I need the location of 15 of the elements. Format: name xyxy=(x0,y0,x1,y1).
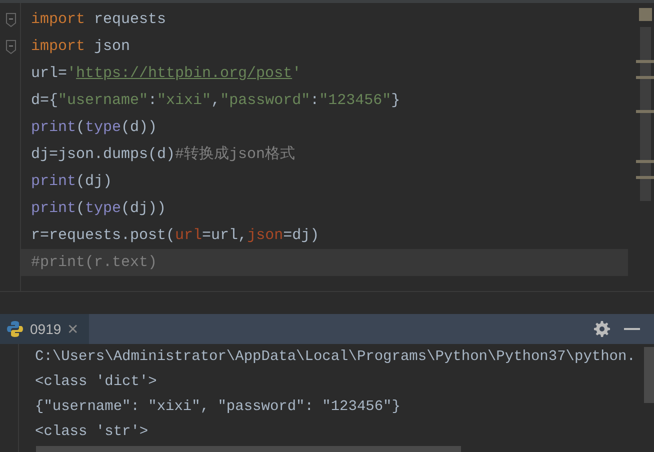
console-line: <class 'dict'> xyxy=(35,373,158,392)
console-line: {"username": "xixi", "password": "123456"} xyxy=(35,398,402,417)
code-line: r=requests.post(url=url,json=dj) xyxy=(30,226,320,246)
console-line: C:\Users\Administrator\AppData\Local\Programs\Python\Python37\python. xyxy=(35,348,636,367)
console-line: <class 'str'> xyxy=(35,423,150,442)
code-line: import requests xyxy=(30,10,168,30)
code-line: import json xyxy=(30,37,132,57)
code-line: print(type(dj)) xyxy=(30,199,168,219)
code-line: dj=json.dumps(d)#转换成json格式 xyxy=(30,144,296,165)
code-line: print(dj) xyxy=(30,172,114,192)
code-line: url='https://httpbin.org/post' xyxy=(30,64,302,84)
code-line: print(type(d)) xyxy=(30,118,158,138)
close-icon[interactable]: ✕ xyxy=(67,321,80,337)
code-line: d={"username":"xixi","password":"123456"} xyxy=(30,91,402,111)
run-tab[interactable]: 0919 ✕ xyxy=(0,314,90,344)
